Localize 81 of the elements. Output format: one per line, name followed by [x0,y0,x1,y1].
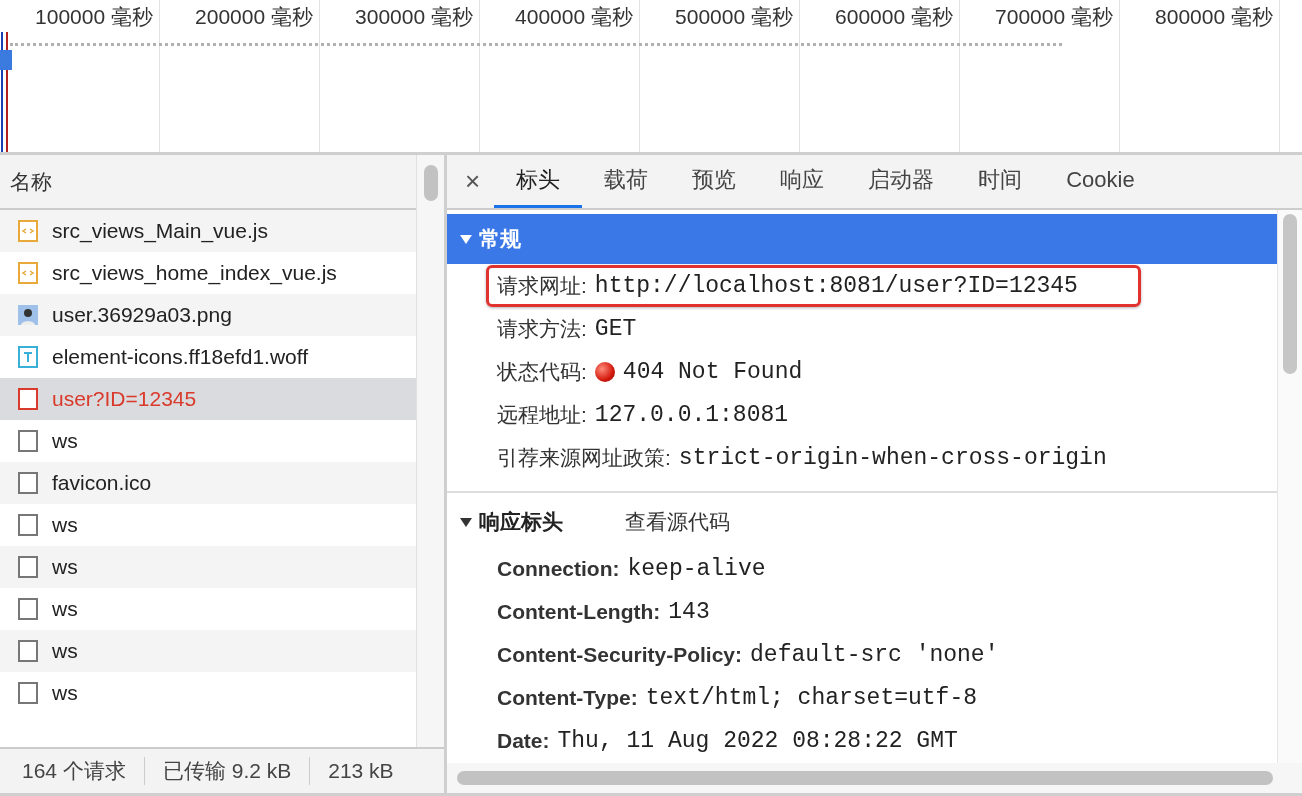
scrollbar[interactable] [416,155,444,747]
time-tick-label: 600000 毫秒 [835,4,953,30]
time-tick-label: 700000 毫秒 [995,4,1113,30]
status-text: 已传输 9.2 kB [162,758,292,784]
tab[interactable]: 启动器 [846,155,957,208]
timeline-request-bar [0,50,12,70]
column-title: 名称 [10,168,52,195]
tab[interactable]: 响应 [758,155,847,208]
request-name: src_views_home_index_vue.js [52,261,337,285]
section-header[interactable]: 常规 [447,214,1277,264]
request-name: src_views_Main_vue.js [52,219,268,243]
field-label: 引荐来源网址政策: [497,444,671,471]
field-label: 请求网址: [497,272,587,299]
header-value: Thu, 11 Aug 2022 08:28:22 GMT [557,727,958,754]
scrollbar-thumb[interactable] [1283,214,1297,374]
header-value: default-src 'none' [750,641,999,668]
header-name: Content-Security-Policy: [497,642,743,667]
header-name: Content-Length: [497,599,661,624]
field-label: 状态代码: [497,358,587,385]
field-value: 127.0.0.1:8081 [594,401,789,428]
field-value: strict-origin-when-cross-origin [678,444,1107,471]
document-file-icon [18,472,38,494]
status-text: 213 kB [328,759,394,783]
field-value: 404 Not Found [622,358,803,385]
request-row[interactable]: ws [0,546,416,588]
avatar-image-icon [18,304,38,326]
header-name: Content-Type: [497,685,638,710]
document-file-icon [18,556,38,578]
document-file-icon [18,430,38,452]
field-label: 请求方法: [497,315,587,342]
time-tick-label: 100000 毫秒 [35,4,153,30]
close-button[interactable]: × [461,155,495,208]
view-source-link[interactable]: 查看源代码 [619,507,736,537]
request-row[interactable]: favicon.ico [0,462,416,504]
header-value: text/html; charset=utf-8 [645,684,978,711]
scrollbar-thumb[interactable] [457,771,1273,785]
font-file-icon [18,346,38,368]
request-name: user.36929a03.png [52,303,232,327]
header-name: Date: [497,728,550,753]
horizontal-scrollbar[interactable] [447,763,1302,796]
request-name: ws [52,429,78,453]
document-file-icon [18,598,38,620]
status-text: 164 个请求 [22,758,126,784]
header-name: Connection: [497,556,620,581]
script-file-icon [18,262,38,284]
field-value: GET [594,315,637,342]
document-file-icon [18,514,38,536]
request-name: ws [52,555,78,579]
time-tick-label: 400000 毫秒 [515,4,633,30]
time-tick-label: 800000 毫秒 [1155,4,1273,30]
field-label: 远程地址: [497,401,587,428]
tab[interactable]: 预览 [670,155,759,208]
request-row[interactable]: ws [0,630,416,672]
request-name: ws [52,597,78,621]
request-row[interactable]: user.36929a03.png [0,294,416,336]
scrollbar[interactable] [1277,210,1302,763]
tab[interactable]: 时间 [956,155,1045,208]
document-file-icon [18,388,38,410]
request-name: ws [52,513,78,537]
scrollbar-thumb[interactable] [423,165,438,201]
header-value: keep-alive [627,555,766,582]
tab[interactable]: 标头 [494,155,583,208]
request-name: ws [52,681,78,705]
request-name: favicon.ico [52,471,152,495]
section-title[interactable]: 响应标头 [479,508,563,536]
field-value: http://localhost:8081/user?ID=12345 [594,272,1078,299]
script-file-icon [18,220,38,242]
request-row[interactable]: src_views_Main_vue.js [0,210,416,252]
request-name: element-icons.ff18efd1.woff [52,345,309,369]
tab[interactable]: 载荷 [582,155,671,208]
request-name: user?ID=12345 [52,387,197,411]
document-file-icon [18,682,38,704]
section-title: 常规 [479,226,521,252]
request-name: ws [52,639,78,663]
document-file-icon [18,640,38,662]
tab[interactable]: Cookie [1044,155,1157,208]
time-tick-label: 500000 毫秒 [675,4,793,30]
header-value: 143 [668,598,710,625]
time-tick-label: 300000 毫秒 [355,4,473,30]
column-header[interactable]: 名称 [0,155,416,210]
time-tick-label: 200000 毫秒 [195,4,313,30]
